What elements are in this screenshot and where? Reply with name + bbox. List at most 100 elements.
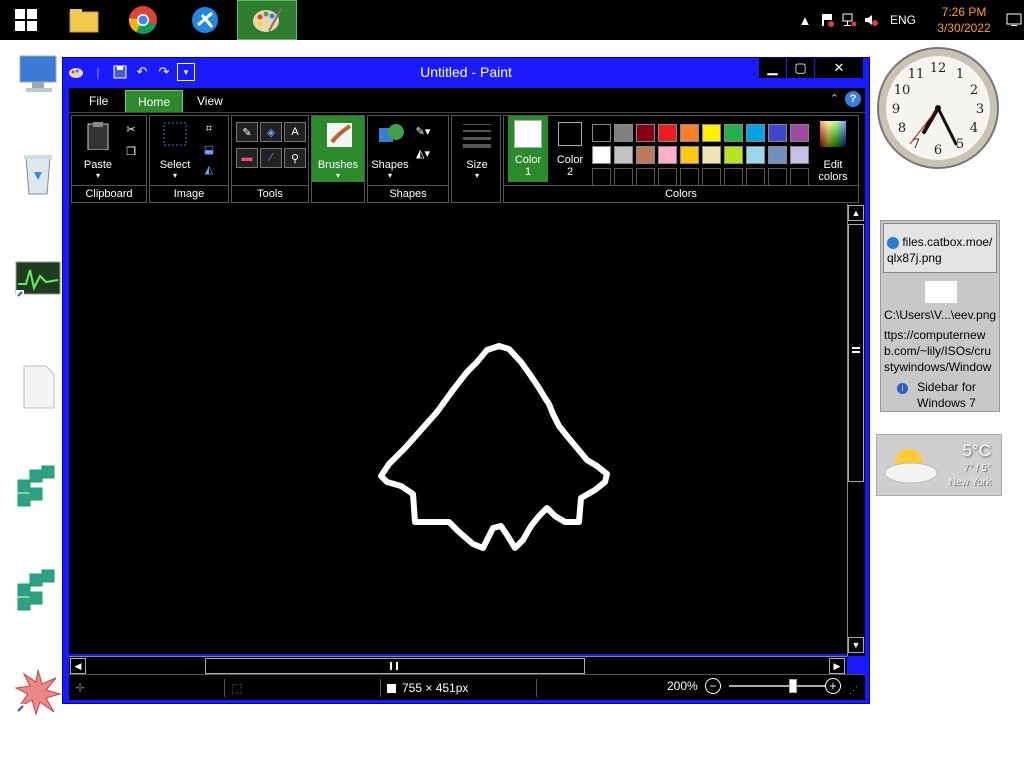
horizontal-scroll-thumb[interactable]	[205, 658, 585, 674]
drawing-canvas[interactable]	[69, 204, 847, 654]
zoom-in-button[interactable]: +	[825, 678, 841, 694]
text-tool-icon[interactable]: A	[284, 122, 306, 142]
collapse-ribbon-icon[interactable]: ⌃	[830, 92, 839, 105]
close-button[interactable]: ✕	[815, 58, 863, 78]
color-swatch[interactable]	[592, 124, 611, 142]
zoom-slider-track[interactable]	[729, 685, 825, 687]
color-swatch[interactable]	[680, 124, 699, 142]
color-swatch[interactable]	[746, 124, 765, 142]
taskbar-paint[interactable]	[237, 0, 297, 40]
zoom-out-button[interactable]: −	[705, 678, 721, 694]
color-swatch[interactable]	[702, 146, 721, 164]
fill-bucket-icon[interactable]: ◈	[260, 122, 282, 142]
help-button[interactable]: ?	[845, 91, 861, 107]
edit-colors-button[interactable]: Edit colors	[810, 120, 856, 183]
cut-icon[interactable]: ✂	[122, 120, 140, 138]
color-swatch[interactable]	[768, 124, 787, 142]
starburst-shortcut-desktop-icon[interactable]	[14, 668, 62, 716]
color1-label-line2: 1	[524, 166, 532, 178]
custom-color-slot[interactable]	[790, 168, 809, 186]
magnifier-icon[interactable]: ⚲	[284, 148, 306, 168]
custom-color-slot[interactable]	[702, 168, 721, 186]
taskbar-chrome[interactable]	[113, 0, 173, 40]
color-swatch[interactable]	[592, 146, 611, 164]
color-swatch[interactable]	[614, 146, 633, 164]
clock-gadget[interactable]: 12 1 2 3 4567 8 9 10 11	[874, 44, 1002, 172]
feed-item-3[interactable]: ttps://computernew b.com/~lily/ISOs/cru …	[884, 327, 996, 375]
tab-file[interactable]: File	[77, 90, 120, 112]
computer-desktop-icon[interactable]	[14, 52, 62, 100]
tray-overflow-icon[interactable]: ▲	[794, 9, 816, 31]
tab-view[interactable]: View	[185, 90, 235, 112]
maximize-button[interactable]: ▢	[787, 58, 814, 78]
scroll-right-button[interactable]: ▶	[829, 658, 845, 674]
pencil-icon[interactable]: ✎	[236, 122, 258, 142]
color-swatch[interactable]	[790, 124, 809, 142]
horizontal-scrollbar[interactable]: ◀ ▶	[69, 656, 847, 674]
feed-item-4[interactable]: i Sidebar for Windows 7	[897, 379, 996, 411]
registry-file-2-desktop-icon[interactable]	[14, 566, 62, 614]
shapes-button[interactable]: Shapes ▾	[370, 120, 410, 180]
minimize-button[interactable]: ▁	[759, 58, 786, 78]
resize-grip-icon[interactable]: ⋰	[849, 685, 858, 696]
color-picker-icon[interactable]: ⁄	[260, 148, 282, 168]
custom-color-slot[interactable]	[592, 168, 611, 186]
fill-icon[interactable]: ◭▾	[414, 144, 432, 162]
rotate-icon[interactable]: ◭	[200, 160, 218, 178]
recycle-bin-desktop-icon[interactable]	[14, 150, 62, 198]
custom-color-slot[interactable]	[636, 168, 655, 186]
taskbar-app[interactable]	[175, 0, 235, 40]
taskbar-file-explorer[interactable]	[54, 0, 114, 40]
outline-icon[interactable]: ✎▾	[414, 122, 432, 140]
text-document-desktop-icon[interactable]	[14, 362, 62, 410]
custom-color-slot[interactable]	[768, 168, 787, 186]
color-swatch[interactable]	[724, 124, 743, 142]
copy-icon[interactable]: ❐	[122, 142, 140, 160]
custom-color-slot[interactable]	[658, 168, 677, 186]
custom-color-slot[interactable]	[680, 168, 699, 186]
color-swatch[interactable]	[746, 146, 765, 164]
color-swatch[interactable]	[636, 146, 655, 164]
color-swatch[interactable]	[614, 124, 633, 142]
taskbar-clock[interactable]: 7:26 PM 3/30/2022	[924, 4, 1004, 36]
paste-button[interactable]: Paste ▾	[78, 120, 118, 180]
color-swatch[interactable]	[636, 124, 655, 142]
network-icon[interactable]	[838, 9, 860, 31]
size-button[interactable]: Size ▾	[455, 120, 499, 180]
brushes-button[interactable]: Brushes ▾	[312, 116, 364, 182]
title-bar[interactable]: | ↶ ↷ ▾ Untitled - Paint ▁ ▢ ✕	[63, 58, 869, 87]
show-desktop-icon[interactable]	[1004, 9, 1024, 31]
scroll-left-button[interactable]: ◀	[70, 658, 86, 674]
volume-icon[interactable]	[860, 9, 882, 31]
weather-gadget[interactable]: 5°C 7° / 5° New York	[876, 434, 1002, 496]
feed-item-2[interactable]: C:\Users\V...\eev.png	[884, 307, 996, 323]
color-swatch[interactable]	[702, 124, 721, 142]
custom-color-slot[interactable]	[724, 168, 743, 186]
scroll-up-button[interactable]: ▲	[848, 205, 864, 221]
color-swatch[interactable]	[658, 124, 677, 142]
custom-color-slot[interactable]	[746, 168, 765, 186]
color-swatch[interactable]	[680, 146, 699, 164]
performance-monitor-desktop-icon[interactable]	[14, 260, 62, 308]
color-swatch[interactable]	[724, 146, 743, 164]
color-swatch[interactable]	[768, 146, 787, 164]
scroll-down-button[interactable]: ▼	[848, 637, 864, 653]
color-swatch[interactable]	[790, 146, 809, 164]
language-indicator[interactable]: ENG	[890, 13, 916, 27]
color2-button[interactable]: Color 2	[550, 120, 590, 178]
feed-item-1[interactable]: files.catbox.moe/ qlx87j.png	[883, 223, 997, 273]
color1-button[interactable]: Color 1	[508, 116, 548, 182]
select-button[interactable]: Select ▾	[154, 120, 196, 180]
registry-file-desktop-icon[interactable]	[14, 462, 62, 510]
crop-icon[interactable]: ⌗	[200, 120, 218, 138]
zoom-slider-thumb[interactable]	[789, 679, 797, 693]
color-swatch[interactable]	[658, 146, 677, 164]
vertical-scroll-thumb[interactable]	[848, 224, 864, 482]
start-button[interactable]	[0, 0, 52, 40]
vertical-scrollbar[interactable]: ▲ ▼	[847, 204, 865, 656]
custom-color-slot[interactable]	[614, 168, 633, 186]
resize-icon[interactable]: ⬓	[200, 140, 218, 158]
tab-home[interactable]: Home	[125, 90, 184, 112]
action-center-icon[interactable]	[816, 9, 838, 31]
eraser-icon[interactable]: ▬	[236, 148, 258, 168]
